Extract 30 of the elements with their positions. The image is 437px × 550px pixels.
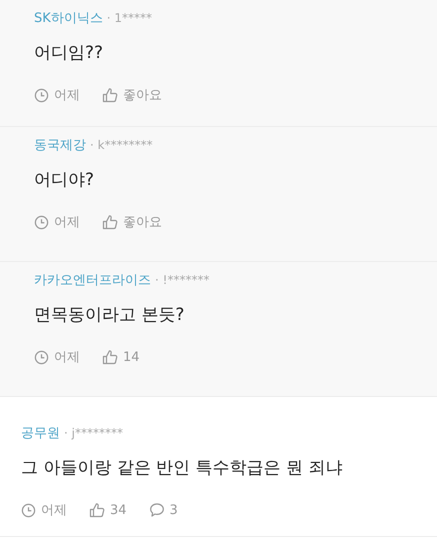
comment-text: 어디야? xyxy=(34,169,96,191)
thumbs-up-icon xyxy=(102,349,118,365)
clock-icon xyxy=(34,88,49,102)
comment-text: 면목동이라고 본듯? xyxy=(34,304,186,326)
time-label: 어제 xyxy=(54,349,80,366)
like-button[interactable]: 좋아요 xyxy=(102,86,162,104)
replies-button[interactable]: 3 xyxy=(148,502,178,518)
clock-icon xyxy=(21,502,36,518)
author-name[interactable]: 공무원 xyxy=(21,424,60,442)
time-label: 어제 xyxy=(41,502,67,519)
speech-bubble-icon xyxy=(148,502,165,518)
like-button[interactable]: 14 xyxy=(102,349,140,365)
author-name[interactable]: SK하이닉스 xyxy=(34,9,103,27)
thumbs-up-icon xyxy=(102,214,118,230)
author-name[interactable]: 카카오엔터프라이즈 xyxy=(34,271,151,289)
time-label: 어제 xyxy=(54,87,80,104)
user-id: · k******** xyxy=(90,138,153,152)
user-id: · 1***** xyxy=(106,11,152,25)
clock-icon xyxy=(34,350,49,364)
like-button[interactable]: 34 xyxy=(89,502,127,518)
user-id: · j******** xyxy=(64,426,123,440)
thumbs-up-icon xyxy=(89,502,105,518)
thumbs-up-icon xyxy=(102,87,118,103)
clock-icon xyxy=(34,214,49,230)
like-button[interactable]: 좋아요 xyxy=(102,213,162,231)
author-name[interactable]: 동국제강 xyxy=(34,136,86,154)
time-label: 어제 xyxy=(54,214,80,231)
comment-text: 그 아들이랑 같은 반인 특수학급은 뭔 죄냐 xyxy=(21,457,344,479)
comment-text: 어디임?? xyxy=(34,42,104,64)
user-id: · !******* xyxy=(155,273,210,287)
